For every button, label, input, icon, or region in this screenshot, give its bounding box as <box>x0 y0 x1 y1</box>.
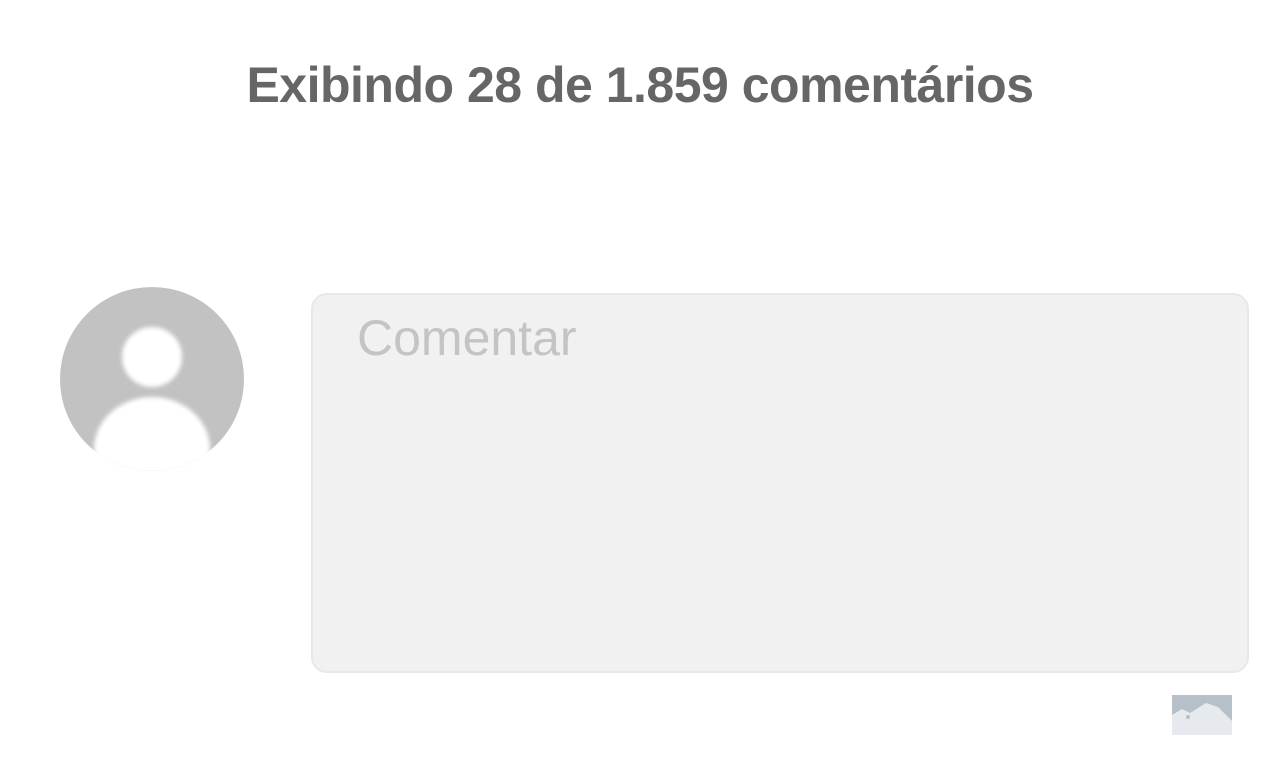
comments-count-heading: Exibindo 28 de 1.859 comentários <box>246 56 1034 113</box>
user-avatar <box>60 287 244 471</box>
attach-image-button[interactable] <box>1172 695 1232 735</box>
comments-section: Exibindo 28 de 1.859 comentários <box>0 0 1280 770</box>
default-user-avatar-icon <box>94 327 210 471</box>
image-icon <box>1172 695 1232 735</box>
comment-input[interactable] <box>311 293 1249 673</box>
